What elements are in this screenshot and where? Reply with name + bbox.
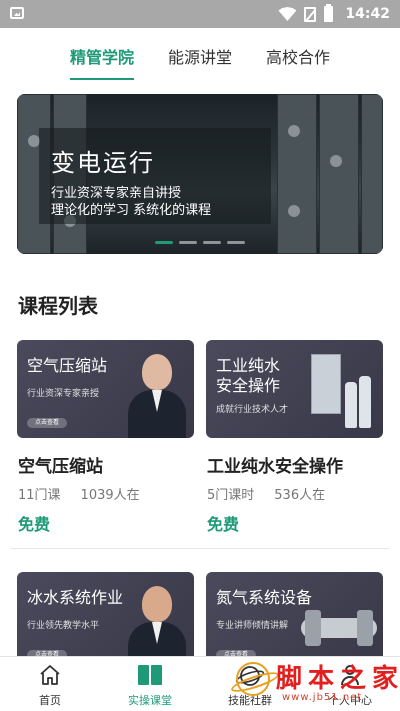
banner-subtitle-2: 理论化的学习 系统化的课程 (51, 203, 212, 218)
watermark-text: 脚本之家 (276, 664, 400, 694)
banner-carousel[interactable]: 变电运行 行业资深专家亲自讲授 理论化的学习 系统化的课程 (17, 94, 383, 254)
course-list-title: 课程列表 (18, 294, 98, 318)
thumb-title: 工业纯水 安全操作 (216, 356, 281, 395)
status-time: 14:42 (345, 6, 390, 22)
tab-university-cooperation[interactable]: 高校合作 (266, 28, 330, 84)
course-title[interactable]: 工业纯水安全操作 (207, 452, 343, 477)
divider (10, 548, 390, 549)
banner-title: 变电运行 (51, 149, 155, 177)
learner-count: 1039人在 (80, 488, 140, 503)
course-card[interactable]: 工业纯水 安全操作 成就行业技术人才 工业纯水安全操作 5门课时 536人在 免… (206, 340, 383, 534)
gallery-icon (10, 7, 24, 19)
course-thumbnail[interactable]: 工业纯水 安全操作 成就行业技术人才 (206, 340, 383, 438)
learner-count: 536人在 (274, 488, 326, 503)
tab-jingguan-academy[interactable]: 精管学院 (69, 28, 134, 84)
course-card[interactable]: 空气压缩站 行业资深专家亲授 点击查看 空气压缩站 11门课 1039人在 免费 (17, 340, 194, 534)
thumb-title: 氮气系统设备 (216, 588, 313, 607)
banner-bg-panel (361, 94, 383, 254)
nitrogen-equipment-image (301, 598, 377, 658)
banner-bg-panel (277, 94, 317, 254)
course-thumbnail[interactable]: 空气压缩站 行业资深专家亲授 点击查看 (17, 340, 194, 438)
nav-label: 实操课堂 (128, 694, 172, 707)
sim-icon (304, 6, 317, 22)
thumb-title: 空气压缩站 (27, 356, 108, 375)
thumb-desc: 行业领先教学水平 (27, 621, 100, 631)
course-meta: 5门课时 536人在 (207, 484, 325, 503)
site-watermark: 脚本之家 www.jb51.net (236, 660, 398, 706)
status-bar: 14:42 (0, 0, 400, 28)
course-price: 免费 (18, 515, 51, 534)
banner-bg-panel (319, 94, 359, 254)
lesson-count: 5门课时 (207, 488, 255, 503)
book-icon (138, 665, 162, 685)
course-title[interactable]: 空气压缩站 (18, 452, 103, 477)
carousel-dot[interactable] (155, 241, 173, 244)
thumb-desc: 专业讲师倾情讲解 (216, 621, 289, 631)
thumb-desc: 成就行业技术人才 (216, 405, 289, 415)
water-system-image (311, 354, 375, 428)
carousel-dot[interactable] (179, 241, 197, 244)
carousel-dot[interactable] (203, 241, 221, 244)
nav-practice-class[interactable]: 实操课堂 (100, 657, 200, 711)
watermark-url: www.jb51.net (282, 692, 363, 703)
wifi-icon (278, 7, 297, 21)
nav-label: 首页 (39, 694, 61, 707)
home-icon (39, 665, 61, 688)
tab-energy-lecture[interactable]: 能源讲堂 (168, 28, 232, 84)
course-price: 免费 (207, 515, 240, 534)
instructor-photo (128, 350, 186, 438)
carousel-dot[interactable] (227, 241, 245, 244)
top-tabs: 精管学院 能源讲堂 高校合作 (0, 28, 400, 84)
view-button[interactable]: 点击查看 (27, 418, 67, 428)
course-meta: 11门课 1039人在 (18, 484, 140, 503)
nav-home[interactable]: 首页 (0, 657, 100, 711)
battery-icon (324, 4, 334, 22)
lesson-count: 11门课 (18, 488, 61, 503)
carousel-indicator (17, 241, 383, 244)
system-icons: 14:42 (278, 4, 390, 24)
thumb-desc: 行业资深专家亲授 (27, 389, 100, 399)
watermark-logo-icon (236, 662, 270, 696)
thumb-title: 冰水系统作业 (27, 588, 124, 607)
